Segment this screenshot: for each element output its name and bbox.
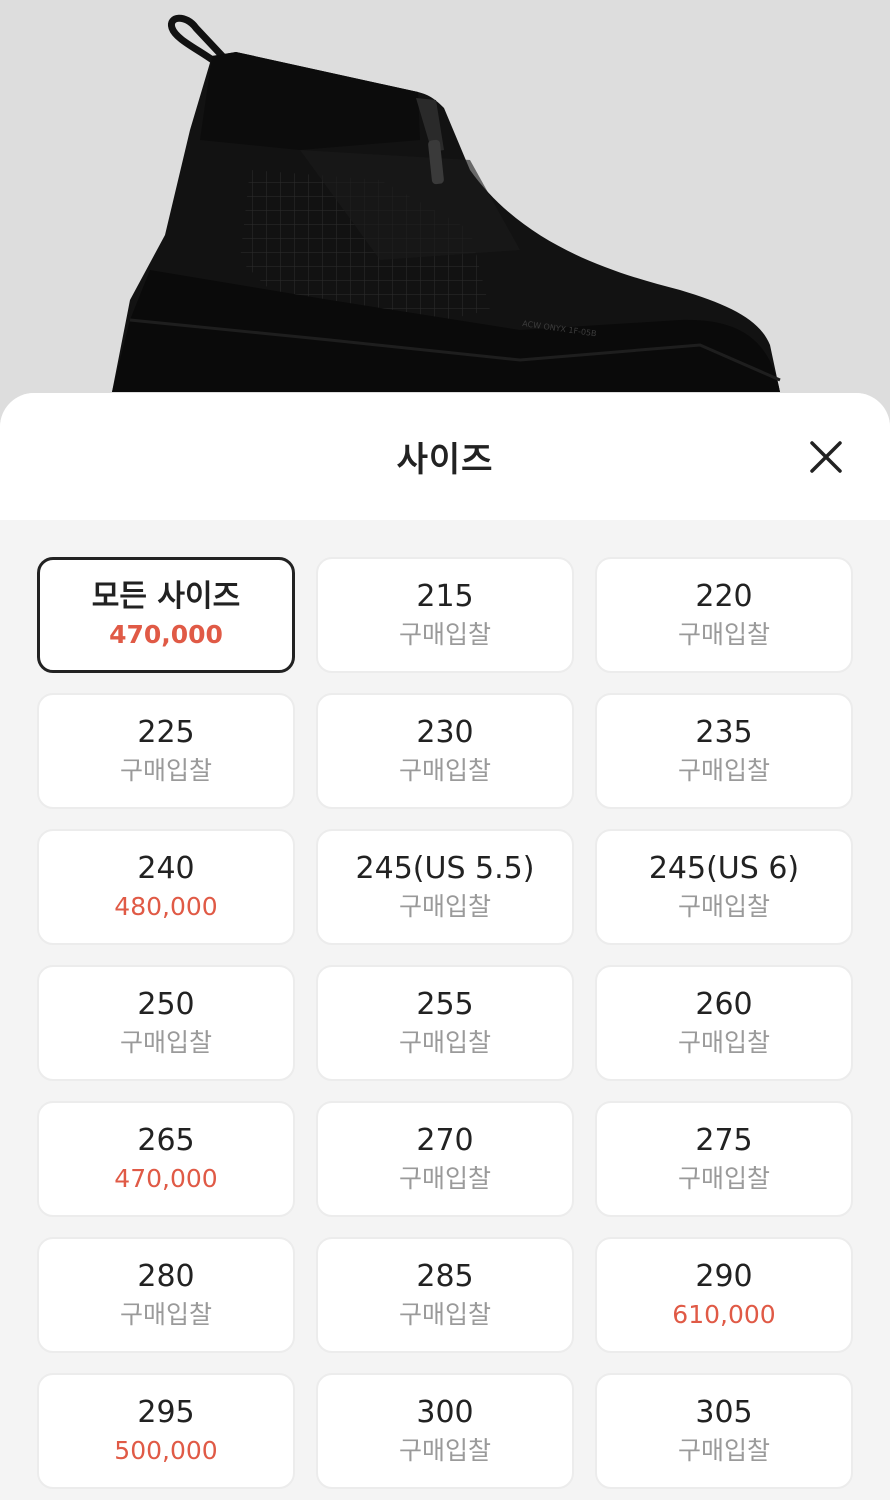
size-label: 225 (137, 715, 195, 750)
bid-label: 구매입찰 (119, 1028, 212, 1057)
size-option[interactable]: 290 610,000 (595, 1237, 853, 1353)
size-label: 285 (416, 1259, 474, 1294)
size-label: 245(US 5.5) (355, 851, 535, 886)
close-icon (810, 441, 842, 473)
size-label: 모든 사이즈 (91, 579, 241, 614)
size-label: 300 (416, 1395, 474, 1430)
size-grid: 모든 사이즈 470,000 215 구매입찰 220 구매입찰 225 구매입찰 230 구매입… (37, 557, 853, 1489)
size-label: 220 (695, 579, 753, 614)
size-option[interactable]: 255 구매입찰 (316, 965, 574, 1081)
size-option[interactable]: 225 구매입찰 (37, 693, 295, 809)
size-option[interactable]: 235 구매입찰 (595, 693, 853, 809)
size-label: 215 (416, 579, 474, 614)
size-label: 260 (695, 987, 753, 1022)
size-option[interactable]: 215 구매입찰 (316, 557, 574, 673)
bid-label: 구매입찰 (677, 1028, 770, 1057)
size-label: 250 (137, 987, 195, 1022)
size-price: 480,000 (114, 892, 218, 921)
size-label: 245(US 6) (648, 851, 800, 886)
size-option[interactable]: 230 구매입찰 (316, 693, 574, 809)
size-option[interactable]: 245(US 5.5) 구매입찰 (316, 829, 574, 945)
bid-label: 구매입찰 (677, 1164, 770, 1193)
bid-label: 구매입찰 (398, 1028, 491, 1057)
bid-label: 구매입찰 (398, 1164, 491, 1193)
size-label: 290 (695, 1259, 753, 1294)
size-price: 610,000 (672, 1300, 776, 1329)
size-option[interactable]: 260 구매입찰 (595, 965, 853, 1081)
size-label: 280 (137, 1259, 195, 1294)
size-option[interactable]: 250 구매입찰 (37, 965, 295, 1081)
size-label: 270 (416, 1123, 474, 1158)
size-option[interactable]: 245(US 6) 구매입찰 (595, 829, 853, 945)
size-option-all[interactable]: 모든 사이즈 470,000 (37, 557, 295, 673)
size-label: 240 (137, 851, 195, 886)
size-price: 470,000 (109, 620, 223, 649)
bid-label: 구매입찰 (677, 1436, 770, 1465)
black-high-top-shoe-image: ACW ONYX 1F-05B (112, 14, 781, 392)
size-label: 235 (695, 715, 753, 750)
size-option[interactable]: 280 구매입찰 (37, 1237, 295, 1353)
sheet-title: 사이즈 (396, 440, 494, 480)
bid-label: 구매입찰 (398, 1436, 491, 1465)
bid-label: 구매입찰 (398, 756, 491, 785)
size-label: 295 (137, 1395, 195, 1430)
size-option[interactable]: 270 구매입찰 (316, 1101, 574, 1217)
bid-label: 구매입찰 (398, 1300, 491, 1329)
size-option[interactable]: 295 500,000 (37, 1373, 295, 1489)
size-price: 500,000 (114, 1436, 218, 1465)
size-option[interactable]: 285 구매입찰 (316, 1237, 574, 1353)
size-option[interactable]: 265 470,000 (37, 1101, 295, 1217)
size-label: 305 (695, 1395, 753, 1430)
product-image: ACW ONYX 1F-05B (0, 0, 890, 420)
size-option[interactable]: 305 구매입찰 (595, 1373, 853, 1489)
bid-label: 구매입찰 (677, 620, 770, 649)
size-option[interactable]: 240 480,000 (37, 829, 295, 945)
size-price: 470,000 (114, 1164, 218, 1193)
size-option[interactable]: 275 구매입찰 (595, 1101, 853, 1217)
size-label: 255 (416, 987, 474, 1022)
size-label: 275 (695, 1123, 753, 1158)
bid-label: 구매입찰 (677, 892, 770, 921)
size-label: 265 (137, 1123, 195, 1158)
size-option[interactable]: 220 구매입찰 (595, 557, 853, 673)
close-button[interactable] (806, 437, 846, 477)
size-option[interactable]: 300 구매입찰 (316, 1373, 574, 1489)
bid-label: 구매입찰 (119, 756, 212, 785)
bid-label: 구매입찰 (119, 1300, 212, 1329)
sheet-header: 사이즈 (0, 393, 890, 520)
size-label: 230 (416, 715, 474, 750)
bid-label: 구매입찰 (398, 620, 491, 649)
size-picker-sheet: 사이즈 모든 사이즈 470,000 215 구매입찰 220 구매입찰 225 구매입찰 23… (0, 393, 890, 1500)
bid-label: 구매입찰 (677, 756, 770, 785)
bid-label: 구매입찰 (398, 892, 491, 921)
